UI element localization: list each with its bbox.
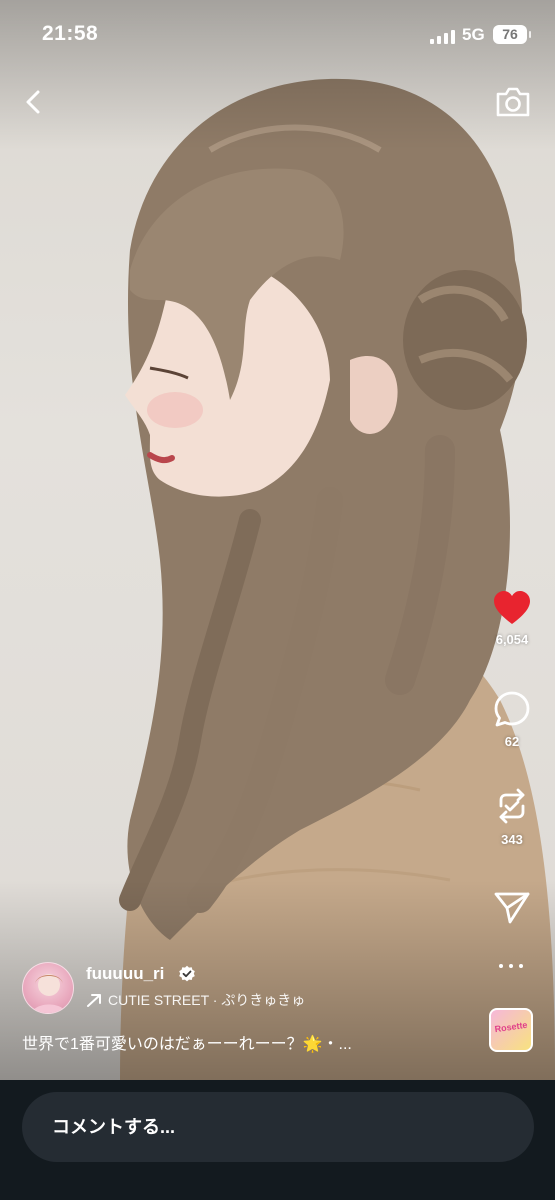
like-count: 6,054 — [495, 632, 529, 647]
speech-bubble-icon — [494, 691, 530, 727]
verified-badge-icon — [179, 965, 195, 982]
repost-icon — [499, 788, 525, 824]
post-caption[interactable]: 世界で1番可愛いのはだぁーーれーー？🌟・... — [22, 1030, 462, 1054]
audio-thumbnail[interactable]: Rosette — [489, 1008, 533, 1052]
chevron-left-icon — [26, 90, 40, 114]
repost-button[interactable]: 343 — [486, 786, 538, 847]
avatar[interactable] — [22, 962, 74, 1014]
audio-thumbnail-label: Rosette — [493, 1019, 529, 1035]
camera-icon — [496, 87, 530, 117]
comment-count: 62 — [504, 734, 520, 749]
more-options-button[interactable] — [499, 962, 523, 972]
more-dot-icon — [509, 964, 513, 968]
battery-level: 76 — [502, 26, 518, 42]
camera-button[interactable] — [494, 84, 532, 120]
arrow-up-right-icon — [87, 994, 101, 1007]
username[interactable]: fuuuuu_ri — [86, 964, 164, 984]
more-dot-icon — [499, 964, 503, 968]
share-button[interactable] — [486, 890, 538, 926]
back-button[interactable] — [18, 86, 50, 118]
comment-input[interactable]: コメントする... — [22, 1092, 534, 1162]
status-bar: 21:58 5G 76 — [0, 0, 555, 70]
caption-more: ・... — [322, 1036, 352, 1053]
more-dot-icon — [519, 964, 523, 968]
status-time: 21:58 — [42, 22, 99, 45]
caption-text: 世界で1番可愛いのはだぁーーれーー？ — [22, 1036, 303, 1053]
heart-icon — [494, 591, 530, 624]
music-attribution[interactable]: CUTIE STREET · ぷりきゅきゅ — [86, 990, 305, 1010]
music-title: CUTIE STREET · ぷりきゅきゅ — [108, 992, 306, 1008]
like-button[interactable]: 6,054 — [486, 590, 538, 647]
sparkle-emoji: 🌟 — [302, 1036, 323, 1053]
paper-plane-icon — [494, 892, 530, 924]
avatar-image — [31, 974, 67, 1013]
cellular-signal-icon — [430, 28, 456, 44]
repost-count: 343 — [501, 832, 523, 847]
comment-button[interactable]: 62 — [486, 690, 538, 749]
reel-video[interactable] — [0, 0, 555, 1080]
battery-icon: 76 — [493, 25, 531, 44]
network-type: 5G — [462, 25, 485, 44]
